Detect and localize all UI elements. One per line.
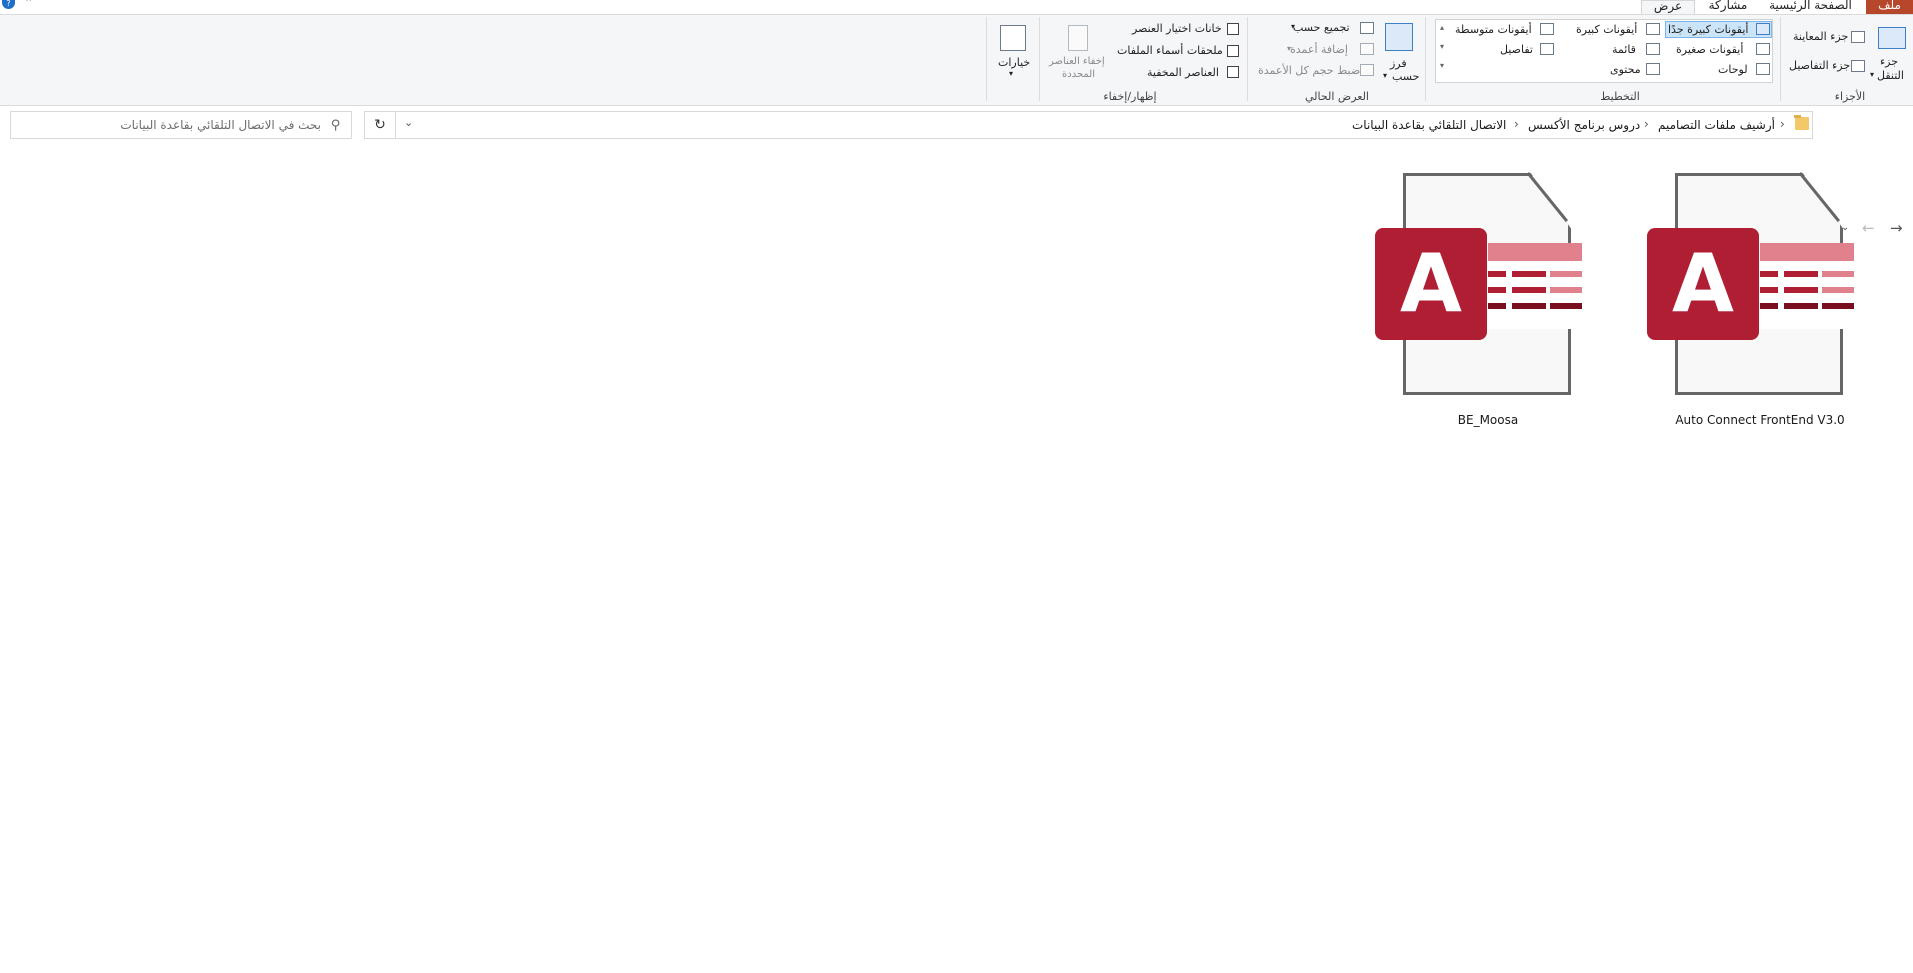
file-name: BE_Moosa	[1457, 413, 1519, 427]
chevron-down-icon: ▾	[1287, 44, 1292, 53]
medium-icons-icon	[1540, 23, 1554, 35]
file-extensions-checkbox[interactable]	[1227, 45, 1239, 57]
details-label: تفاصيل	[1500, 43, 1533, 56]
add-columns-label: إضافة أعمدة	[1290, 43, 1348, 56]
large-icons-icon	[1646, 23, 1660, 35]
item-checkboxes-checkbox[interactable]	[1227, 23, 1239, 35]
tiles-label: لوحات	[1718, 63, 1748, 76]
chevron-down-icon: ▾	[1009, 69, 1014, 78]
large-icons-label: أيقونات كبيرة	[1576, 23, 1638, 36]
gallery-scroll-down[interactable]: ▾	[1436, 42, 1448, 51]
extra-large-icons-icon	[1756, 23, 1770, 35]
file-item[interactable]: A Auto Connect FrontEnd V3.0	[1640, 170, 1880, 440]
search-input[interactable]	[11, 112, 329, 138]
folder-icon	[1794, 115, 1809, 130]
options-label: خيارات	[998, 56, 1031, 69]
hide-selected-label-1: إخفاء العناصر	[1049, 56, 1105, 67]
tab-home[interactable]: الصفحة الرئيسية	[1763, 0, 1858, 15]
back-arrow-icon[interactable]: →	[1890, 219, 1903, 237]
group-separator	[1247, 17, 1248, 101]
group-label-panes: الأجزاء	[1834, 90, 1866, 103]
ribbon: جزء التنقل ▾ جزء المعاينة جزء التفاصيل ا…	[0, 14, 1913, 106]
small-icons-icon	[1756, 43, 1770, 55]
address-dropdown-chevron-icon[interactable]: ⌄	[404, 116, 413, 129]
group-by-label: تجميع حسب	[1293, 21, 1350, 34]
ribbon-tabs: ? ⌃ ملف الصفحة الرئيسية مشاركة عرض	[0, 0, 1913, 16]
hide-selected-icon	[1068, 25, 1088, 51]
extra-large-icons-label: أيقونات كبيرة جدًا	[1668, 23, 1749, 36]
preview-pane-icon	[1851, 31, 1865, 43]
add-columns-icon	[1360, 43, 1374, 55]
nav-pane-label-1: جزء	[1880, 55, 1899, 68]
preview-pane-label: جزء المعاينة	[1793, 30, 1849, 43]
sort-by-label-1: فرز	[1390, 57, 1407, 70]
gallery-scroll-up[interactable]: ▴	[1436, 23, 1448, 32]
group-label-current-view: العرض الحالي	[1305, 90, 1369, 103]
item-checkboxes-label: خانات اختيار العنصر	[1132, 22, 1222, 35]
group-separator	[1039, 17, 1040, 101]
gallery-more[interactable]: ▾	[1436, 61, 1448, 70]
nav-pane-label-2: التنقل	[1877, 69, 1904, 82]
breadcrumb-item-design-archive[interactable]: أرشيف ملفات التصاميم	[1658, 118, 1775, 132]
list-label: قائمة	[1612, 43, 1636, 56]
breadcrumb-separator-icon[interactable]: ›	[1780, 117, 1785, 131]
list-icon	[1646, 43, 1660, 55]
chevron-down-icon: ▾	[1383, 71, 1388, 80]
search-icon[interactable]: ⚲	[331, 118, 341, 133]
file-item[interactable]: A BE_Moosa	[1368, 170, 1608, 440]
collapse-ribbon-icon[interactable]: ⌃	[24, 0, 33, 9]
tab-share[interactable]: مشاركة	[1698, 0, 1758, 15]
content-label: محتوى	[1610, 63, 1641, 76]
navigation-pane-icon	[1878, 27, 1906, 49]
hidden-items-label: العناصر المخفية	[1147, 66, 1219, 79]
hide-selected-label-2: المحددة	[1062, 69, 1096, 80]
medium-icons-label: أيقونات متوسطة	[1455, 23, 1532, 36]
content-icon	[1646, 63, 1660, 75]
hidden-items-checkbox[interactable]	[1227, 66, 1239, 78]
size-columns-label: ضبط حجم كل الأعمدة	[1258, 64, 1361, 77]
size-columns-icon	[1360, 64, 1374, 76]
options-icon	[1000, 25, 1026, 51]
details-pane-icon	[1851, 60, 1865, 72]
details-pane-label: جزء التفاصيل	[1789, 59, 1851, 72]
details-icon	[1540, 43, 1554, 55]
file-name: Auto Connect FrontEnd V3.0	[1675, 413, 1845, 427]
group-by-icon	[1360, 22, 1374, 34]
breadcrumb-separator-icon[interactable]: ›	[1514, 117, 1519, 131]
chevron-down-icon: ▾	[1870, 70, 1875, 79]
help-icon[interactable]: ?	[2, 0, 15, 9]
access-letter: A	[1375, 228, 1487, 340]
refresh-button[interactable]: ↻	[364, 111, 395, 139]
group-label-layout: التخطيط	[1600, 90, 1640, 103]
group-separator	[1425, 17, 1426, 101]
group-separator	[986, 17, 987, 101]
access-letter: A	[1647, 228, 1759, 340]
tiles-icon	[1756, 63, 1770, 75]
chevron-down-icon: ▾	[1291, 22, 1296, 31]
group-separator	[1780, 17, 1781, 101]
breadcrumb-item-access-lessons[interactable]: دروس برنامج الأكسس	[1528, 118, 1640, 132]
tab-file[interactable]: ملف	[1866, 0, 1913, 15]
breadcrumb-item-auto-connect[interactable]: الاتصال التلقائي بقاعدة البيانات	[1352, 118, 1506, 132]
sort-by-icon	[1385, 23, 1413, 51]
group-label-show-hide: إظهار/إخفاء	[1103, 90, 1157, 103]
sort-by-label-2: حسب	[1392, 70, 1420, 83]
small-icons-label: أيقونات صغيرة	[1676, 43, 1744, 56]
breadcrumb-separator-icon[interactable]: ›	[1644, 117, 1649, 131]
refresh-icon: ↻	[374, 117, 386, 133]
file-extensions-label: ملحقات أسماء الملفات	[1117, 44, 1223, 57]
search-box[interactable]: ⚲	[10, 111, 352, 139]
